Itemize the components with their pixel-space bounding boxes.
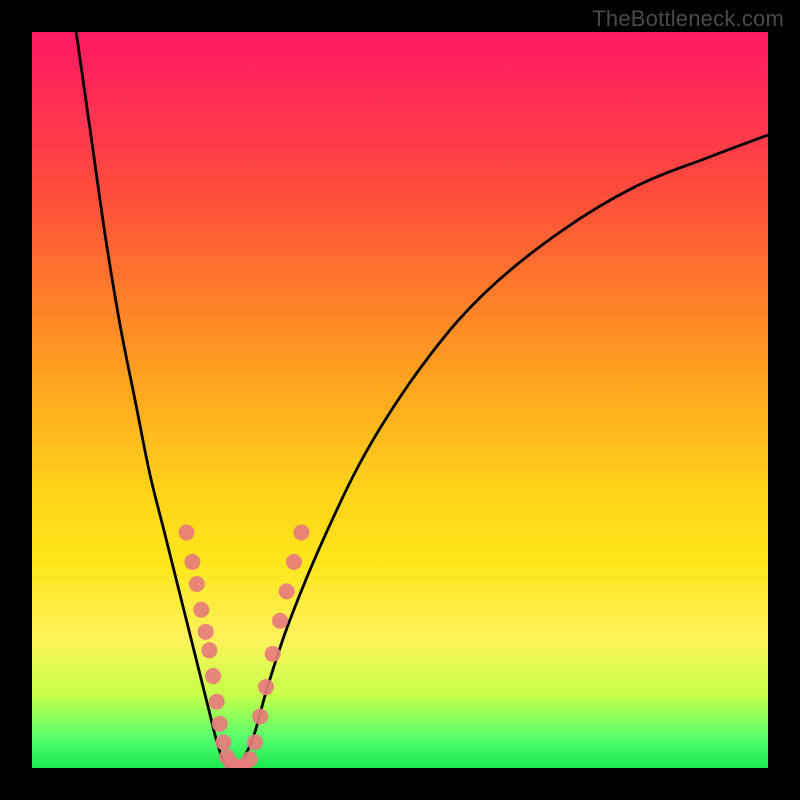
chart-svg — [32, 32, 768, 768]
marker-dot — [198, 624, 214, 640]
marker-dot — [286, 554, 302, 570]
marker-dot — [189, 576, 205, 592]
marker-dot — [201, 642, 217, 658]
marker-dot — [265, 646, 281, 662]
marker-dot — [242, 751, 258, 767]
marker-dot — [247, 734, 263, 750]
marker-dot — [212, 716, 228, 732]
right-curve — [238, 135, 768, 768]
marker-dot — [293, 524, 309, 540]
left-curve — [76, 32, 238, 768]
marker-dot — [193, 602, 209, 618]
marker-dot — [279, 583, 295, 599]
plot-area — [32, 32, 768, 768]
marker-dot — [209, 694, 225, 710]
marker-dot — [215, 734, 231, 750]
chart-frame: TheBottleneck.com — [0, 0, 800, 800]
marker-dot — [272, 613, 288, 629]
marker-dot — [258, 679, 274, 695]
marker-dot — [205, 668, 221, 684]
marker-dot — [179, 524, 195, 540]
marker-dot — [184, 554, 200, 570]
marker-dot — [252, 708, 268, 724]
marker-group — [179, 524, 310, 768]
watermark-text: TheBottleneck.com — [592, 6, 784, 32]
